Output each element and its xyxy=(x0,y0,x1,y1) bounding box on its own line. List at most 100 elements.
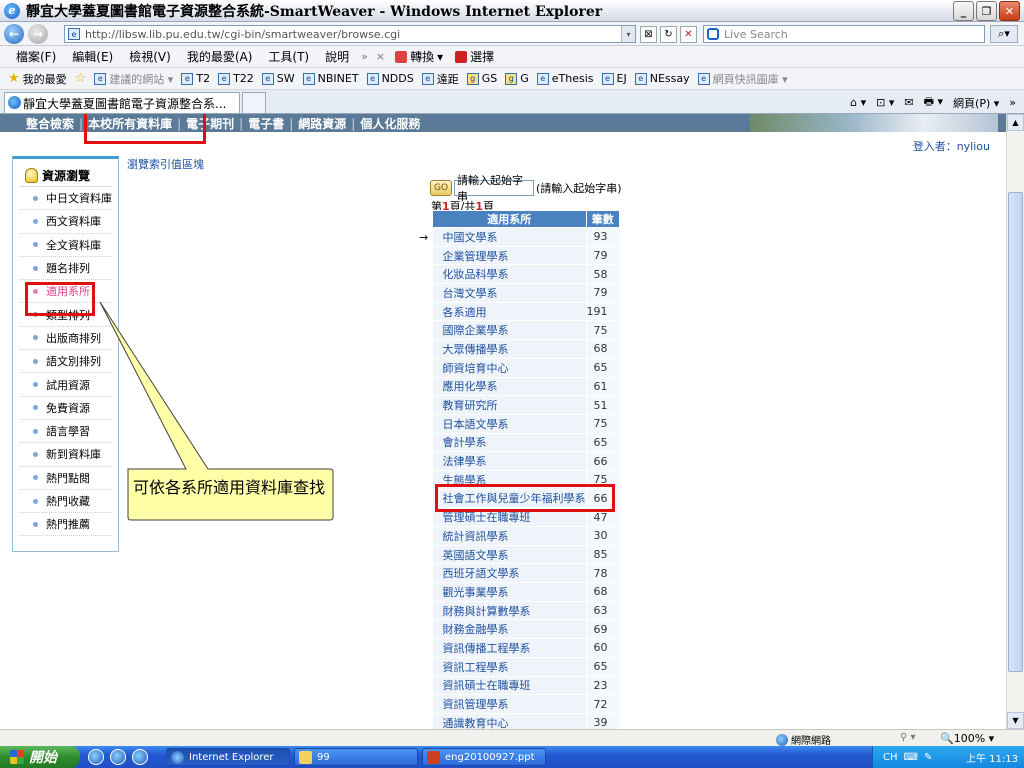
tray-pen-icon[interactable]: ✎ xyxy=(924,752,932,763)
department-link[interactable]: 應用化學系 xyxy=(432,377,587,397)
language-indicator[interactable]: CH xyxy=(883,752,898,763)
nav-ebooks[interactable]: 電子書 xyxy=(248,115,284,132)
menu-file[interactable]: 檔案(F) xyxy=(8,48,64,65)
maximize-button[interactable]: ❐ xyxy=(976,1,997,21)
forward-button[interactable]: → xyxy=(28,23,48,44)
nav-personal-service[interactable]: 個人化服務 xyxy=(360,115,420,132)
department-link[interactable]: 大眾傳播學系 xyxy=(432,339,587,359)
feeds-icon[interactable]: ⊡ ▾ xyxy=(876,96,894,109)
menu-close-icon[interactable]: × xyxy=(372,50,389,63)
fav-remote[interactable]: e 遠距 xyxy=(418,71,463,87)
fav-ethesis[interactable]: e eThesis xyxy=(533,72,598,85)
select-button[interactable]: 選擇 xyxy=(449,48,500,65)
close-button[interactable]: ✕ xyxy=(999,1,1020,21)
add-favorite-icon[interactable]: ☆ xyxy=(71,71,91,86)
stop-icon[interactable]: ✕ xyxy=(680,26,697,43)
scroll-thumb[interactable] xyxy=(1008,192,1023,672)
task-powerpoint[interactable]: eng20100927.ppt xyxy=(422,748,546,766)
fav-suggested[interactable]: e 建議的網站 ▾ xyxy=(90,71,177,87)
sidebar-item[interactable]: 全文資料庫 xyxy=(19,234,112,257)
mail-icon[interactable]: ✉ xyxy=(904,96,913,109)
department-link[interactable]: 社會工作與兒童少年福利學系 xyxy=(432,489,587,509)
nav-web-resources[interactable]: 網路資源 xyxy=(298,115,346,132)
department-link[interactable]: 資訊傳播工程學系 xyxy=(432,638,587,658)
nav-integrated-search[interactable]: 整合檢索 xyxy=(26,115,74,132)
quicklaunch-desktop-icon[interactable] xyxy=(88,749,104,765)
department-link[interactable]: 各系適用 xyxy=(432,302,587,322)
department-link[interactable]: 資訊管理學系 xyxy=(432,694,587,714)
quicklaunch-ie-icon[interactable] xyxy=(110,749,126,765)
nav-all-databases[interactable]: 本校所有資料庫 xyxy=(88,115,172,132)
sidebar-item[interactable]: 出版商排列 xyxy=(19,327,112,351)
department-link[interactable]: 日本語文學系 xyxy=(432,414,587,434)
fav-webslice[interactable]: e 網頁快訊圖庫 ▾ xyxy=(694,71,792,87)
protected-mode-icon[interactable]: ⚲ ▾ xyxy=(900,732,916,743)
department-link[interactable]: 通識教育中心 xyxy=(432,713,587,729)
start-string-input[interactable]: 請輸入起始字串 xyxy=(454,174,534,203)
new-tab-button[interactable] xyxy=(242,92,266,113)
tab-active[interactable]: 靜宜大學蓋夏圖書館電子資源整合系... xyxy=(4,92,240,113)
department-link[interactable]: 企業管理學系 xyxy=(432,246,587,266)
back-button[interactable]: ← xyxy=(4,23,24,44)
search-input[interactable]: Live Search xyxy=(703,25,985,43)
department-link[interactable]: 會計學系 xyxy=(432,433,587,453)
department-link[interactable]: 師資培育中心 xyxy=(432,358,587,378)
menu-help[interactable]: 說明 xyxy=(317,48,357,65)
vertical-scrollbar[interactable]: ▲ ▼ xyxy=(1006,114,1024,729)
fav-nbinet[interactable]: e NBINET xyxy=(299,72,363,85)
fav-ndds[interactable]: e NDDS xyxy=(363,72,418,85)
department-link[interactable]: 西班牙語文學系 xyxy=(432,563,587,584)
print-icon[interactable]: 🖶 ▾ xyxy=(924,93,943,112)
sidebar-item[interactable]: 免費資源 xyxy=(19,397,112,420)
task-folder[interactable]: 99 xyxy=(294,748,418,766)
zoom-level[interactable]: 🔍100% ▾ xyxy=(940,732,994,745)
nav-ejournals[interactable]: 電子期刊 xyxy=(186,115,234,132)
department-link[interactable]: 法律學系 xyxy=(432,451,587,471)
menu-more-icon[interactable]: » xyxy=(357,50,372,63)
sidebar-item[interactable]: 熱門點閱 xyxy=(19,467,112,490)
keyboard-icon[interactable]: ⌨ xyxy=(904,752,918,763)
department-link[interactable]: 統計資訊學系 xyxy=(432,526,587,546)
home-icon[interactable]: ⌂ ▾ xyxy=(850,96,866,109)
search-button[interactable]: ⌕▾ xyxy=(990,25,1018,43)
department-link[interactable]: 國際企業學系 xyxy=(432,320,587,341)
favorites-button[interactable]: ★ 我的最愛 xyxy=(4,71,71,87)
minimize-button[interactable]: _ xyxy=(953,1,974,21)
menu-view[interactable]: 檢視(V) xyxy=(121,48,179,65)
department-link[interactable]: 英國語文學系 xyxy=(432,545,587,565)
task-internet-explorer[interactable]: Internet Explorer xyxy=(166,748,290,766)
department-link[interactable]: 觀光事業學系 xyxy=(432,582,587,602)
department-link[interactable]: 財務與計算數學系 xyxy=(432,601,587,621)
menu-tools[interactable]: 工具(T) xyxy=(260,48,317,65)
url-field[interactable]: e http://libsw.lib.pu.edu.tw/cgi-bin/sma… xyxy=(64,25,636,43)
fav-t22[interactable]: e T22 xyxy=(214,72,258,85)
department-link[interactable]: 管理碩士在職專班 xyxy=(432,507,587,527)
go-button[interactable]: GO xyxy=(430,180,452,196)
page-menu[interactable]: 網頁(P) ▾ xyxy=(953,95,999,111)
department-link[interactable]: 生態學系 xyxy=(432,470,587,490)
fav-nessay[interactable]: e NEssay xyxy=(631,72,694,85)
quicklaunch-media-icon[interactable] xyxy=(132,749,148,765)
sidebar-item[interactable]: 語文別排列 xyxy=(19,350,112,374)
convert-button[interactable]: 轉換 ▾ xyxy=(389,48,449,65)
menu-favorites[interactable]: 我的最愛(A) xyxy=(179,48,261,65)
sidebar-item[interactable]: 新到資料庫 xyxy=(19,443,112,467)
department-link[interactable]: 資訊碩士在職專班 xyxy=(432,676,587,696)
department-link[interactable]: 中國文學系 xyxy=(432,227,587,247)
sidebar-item[interactable]: 西文資料庫 xyxy=(19,210,112,234)
department-link[interactable]: 教育研究所 xyxy=(432,395,587,415)
department-link[interactable]: 財務金融學系 xyxy=(432,619,587,640)
fav-ej[interactable]: e EJ xyxy=(598,72,631,85)
fav-gs[interactable]: g GS xyxy=(463,72,502,85)
fav-sw[interactable]: e SW xyxy=(258,72,299,85)
department-link[interactable]: 台灣文學系 xyxy=(432,283,587,303)
sidebar-item[interactable]: 適用系所 xyxy=(19,280,112,304)
scroll-down-icon[interactable]: ▼ xyxy=(1007,712,1024,729)
sidebar-item[interactable]: 中日文資料庫 xyxy=(19,187,112,211)
sidebar-item[interactable]: 熱門收藏 xyxy=(19,490,112,514)
department-link[interactable]: 化妝品科學系 xyxy=(432,264,587,285)
department-link[interactable]: 資訊工程學系 xyxy=(432,657,587,677)
scroll-up-icon[interactable]: ▲ xyxy=(1007,114,1024,131)
sidebar-item[interactable]: 熱門推薦 xyxy=(19,513,112,537)
sidebar-item[interactable]: 語言學習 xyxy=(19,420,112,444)
